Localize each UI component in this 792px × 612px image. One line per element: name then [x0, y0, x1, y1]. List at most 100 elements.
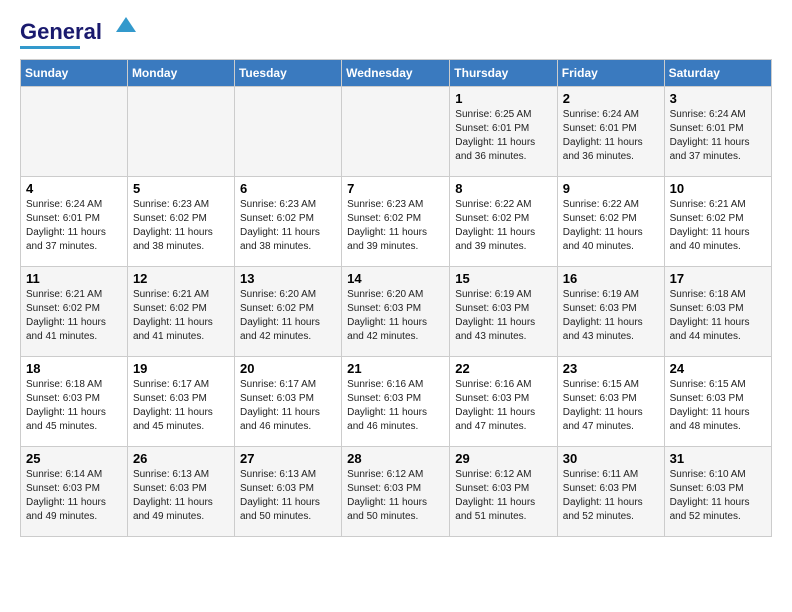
day-info: Sunrise: 6:22 AM Sunset: 6:02 PM Dayligh… — [455, 198, 552, 254]
day-info: Sunrise: 6:17 AM Sunset: 6:03 PM Dayligh… — [133, 378, 229, 434]
calendar-header-row: SundayMondayTuesdayWednesdayThursdayFrid… — [21, 60, 772, 87]
calendar-cell: 22 Sunrise: 6:16 AM Sunset: 6:03 PM Dayli… — [450, 357, 558, 447]
day-number: 22 — [455, 361, 552, 376]
calendar-cell: 11Sunrise: 6:21 AM Sunset: 6:02 PM Dayli… — [21, 267, 128, 357]
day-number: 20 — [240, 361, 336, 376]
calendar-week-row: 25Sunrise: 6:14 AM Sunset: 6:03 PM Dayli… — [21, 447, 772, 537]
day-info: Sunrise: 6:15 AM Sunset: 6:03 PM Dayligh… — [563, 378, 659, 434]
day-number: 7 — [347, 181, 444, 196]
day-info: Sunrise: 6:13 AM Sunset: 6:03 PM Dayligh… — [240, 468, 336, 524]
calendar-week-row: 18 Sunrise: 6:18 AM Sunset: 6:03 PM Dayli… — [21, 357, 772, 447]
calendar-cell: 19 Sunrise: 6:17 AM Sunset: 6:03 PM Dayli… — [127, 357, 234, 447]
calendar-cell: 18 Sunrise: 6:18 AM Sunset: 6:03 PM Dayli… — [21, 357, 128, 447]
day-number: 15 — [455, 271, 552, 286]
day-info: Sunrise: 6:13 AM Sunset: 6:03 PM Dayligh… — [133, 468, 229, 524]
day-number: 23 — [563, 361, 659, 376]
calendar-cell: 21 Sunrise: 6:16 AM Sunset: 6:03 PM Dayli… — [342, 357, 450, 447]
calendar-cell: 29 Sunrise: 6:12 AM Sunset: 6:03 PM Dayli… — [450, 447, 558, 537]
calendar-cell: 8 Sunrise: 6:22 AM Sunset: 6:02 PM Daylig… — [450, 177, 558, 267]
day-number: 19 — [133, 361, 229, 376]
calendar-cell: 28 Sunrise: 6:12 AM Sunset: 6:03 PM Dayli… — [342, 447, 450, 537]
day-info: Sunrise: 6:11 AM Sunset: 6:03 PM Dayligh… — [563, 468, 659, 524]
day-number: 17 — [670, 271, 766, 286]
day-number: 10 — [670, 181, 766, 196]
day-info: Sunrise: 6:16 AM Sunset: 6:03 PM Dayligh… — [347, 378, 444, 434]
calendar-table: SundayMondayTuesdayWednesdayThursdayFrid… — [20, 59, 772, 537]
header-wednesday: Wednesday — [342, 60, 450, 87]
day-info: Sunrise: 6:24 AM Sunset: 6:01 PM Dayligh… — [563, 108, 659, 164]
calendar-cell: 14 Sunrise: 6:20 AM Sunset: 6:03 PM Dayli… — [342, 267, 450, 357]
header-friday: Friday — [557, 60, 664, 87]
day-number: 4 — [26, 181, 122, 196]
header-sunday: Sunday — [21, 60, 128, 87]
day-info: Sunrise: 6:10 AM Sunset: 6:03 PM Dayligh… — [670, 468, 766, 524]
day-number: 25 — [26, 451, 122, 466]
calendar-cell: 7Sunrise: 6:23 AM Sunset: 6:02 PM Daylig… — [342, 177, 450, 267]
day-info: Sunrise: 6:19 AM Sunset: 6:03 PM Dayligh… — [455, 288, 552, 344]
calendar-week-row: 1 Sunrise: 6:25 AM Sunset: 6:01 PM Daylig… — [21, 87, 772, 177]
day-number: 1 — [455, 91, 552, 106]
calendar-cell: 13Sunrise: 6:20 AM Sunset: 6:02 PM Dayli… — [234, 267, 341, 357]
day-info: Sunrise: 6:24 AM Sunset: 6:01 PM Dayligh… — [670, 108, 766, 164]
calendar-cell: 6Sunrise: 6:23 AM Sunset: 6:02 PM Daylig… — [234, 177, 341, 267]
day-info: Sunrise: 6:23 AM Sunset: 6:02 PM Dayligh… — [133, 198, 229, 254]
day-info: Sunrise: 6:12 AM Sunset: 6:03 PM Dayligh… — [455, 468, 552, 524]
day-info: Sunrise: 6:21 AM Sunset: 6:02 PM Dayligh… — [133, 288, 229, 344]
day-number: 2 — [563, 91, 659, 106]
calendar-cell: 12 Sunrise: 6:21 AM Sunset: 6:02 PM Dayli… — [127, 267, 234, 357]
calendar-cell: 15 Sunrise: 6:19 AM Sunset: 6:03 PM Dayli… — [450, 267, 558, 357]
calendar-cell: 17 Sunrise: 6:18 AM Sunset: 6:03 PM Dayli… — [664, 267, 771, 357]
calendar-week-row: 11 Sunrise: 6:21 AM Sunset: 6:02 PM Dayli… — [21, 267, 772, 357]
header-tuesday: Tuesday — [234, 60, 341, 87]
day-info: Sunrise: 6:21 AM Sunset: 6:02 PM Dayligh… — [670, 198, 766, 254]
day-number: 11 — [26, 271, 122, 286]
header-saturday: Saturday — [664, 60, 771, 87]
day-info: Sunrise: 6:24 AM Sunset: 6:01 PM Dayligh… — [26, 198, 122, 254]
calendar-cell — [234, 87, 341, 177]
calendar-cell — [342, 87, 450, 177]
calendar-week-row: 4 Sunrise: 6:24 AM Sunset: 6:01 PM Daylig… — [21, 177, 772, 267]
day-number: 16 — [563, 271, 659, 286]
logo-text: General — [20, 20, 102, 44]
day-info: Sunrise: 6:20 AM Sunset: 6:03 PM Dayligh… — [347, 288, 444, 344]
day-number: 21 — [347, 361, 444, 376]
calendar-cell: 31 Sunrise: 6:10 AM Sunset: 6:03 PM Dayli… — [664, 447, 771, 537]
day-info: Sunrise: 6:15 AM Sunset: 6:03 PM Dayligh… — [670, 378, 766, 434]
day-number: 9 — [563, 181, 659, 196]
day-number: 18 — [26, 361, 122, 376]
calendar-cell: 4 Sunrise: 6:24 AM Sunset: 6:01 PM Daylig… — [21, 177, 128, 267]
calendar-cell: 26 Sunrise: 6:13 AM Sunset: 6:03 PM Dayli… — [127, 447, 234, 537]
calendar-cell: 5 Sunrise: 6:23 AM Sunset: 6:02 PM Daylig… — [127, 177, 234, 267]
calendar-cell: 23 Sunrise: 6:15 AM Sunset: 6:03 PM Dayli… — [557, 357, 664, 447]
day-info: Sunrise: 6:23 AM Sunset: 6:02 PM Dayligh… — [240, 198, 336, 254]
day-info: Sunrise: 6:18 AM Sunset: 6:03 PM Dayligh… — [26, 378, 122, 434]
page-header: General — [20, 20, 772, 49]
calendar-cell: 10 Sunrise: 6:21 AM Sunset: 6:02 PM Dayli… — [664, 177, 771, 267]
calendar-cell: 2 Sunrise: 6:24 AM Sunset: 6:01 PM Daylig… — [557, 87, 664, 177]
day-number: 3 — [670, 91, 766, 106]
day-info: Sunrise: 6:20 AM Sunset: 6:02 PM Dayligh… — [240, 288, 336, 344]
day-number: 31 — [670, 451, 766, 466]
day-info: Sunrise: 6:12 AM Sunset: 6:03 PM Dayligh… — [347, 468, 444, 524]
calendar-cell: 9Sunrise: 6:22 AM Sunset: 6:02 PM Daylig… — [557, 177, 664, 267]
day-number: 5 — [133, 181, 229, 196]
day-number: 26 — [133, 451, 229, 466]
logo-icon — [106, 12, 136, 42]
day-info: Sunrise: 6:16 AM Sunset: 6:03 PM Dayligh… — [455, 378, 552, 434]
day-number: 29 — [455, 451, 552, 466]
calendar-cell — [21, 87, 128, 177]
calendar-cell: 3 Sunrise: 6:24 AM Sunset: 6:01 PM Daylig… — [664, 87, 771, 177]
day-number: 24 — [670, 361, 766, 376]
calendar-cell: 25Sunrise: 6:14 AM Sunset: 6:03 PM Dayli… — [21, 447, 128, 537]
calendar-cell: 30Sunrise: 6:11 AM Sunset: 6:03 PM Dayli… — [557, 447, 664, 537]
day-number: 12 — [133, 271, 229, 286]
day-number: 8 — [455, 181, 552, 196]
calendar-cell: 16 Sunrise: 6:19 AM Sunset: 6:03 PM Dayli… — [557, 267, 664, 357]
day-info: Sunrise: 6:18 AM Sunset: 6:03 PM Dayligh… — [670, 288, 766, 344]
calendar-cell — [127, 87, 234, 177]
day-info: Sunrise: 6:25 AM Sunset: 6:01 PM Dayligh… — [455, 108, 552, 164]
day-info: Sunrise: 6:19 AM Sunset: 6:03 PM Dayligh… — [563, 288, 659, 344]
day-number: 28 — [347, 451, 444, 466]
calendar-cell: 24 Sunrise: 6:15 AM Sunset: 6:03 PM Dayli… — [664, 357, 771, 447]
day-number: 14 — [347, 271, 444, 286]
